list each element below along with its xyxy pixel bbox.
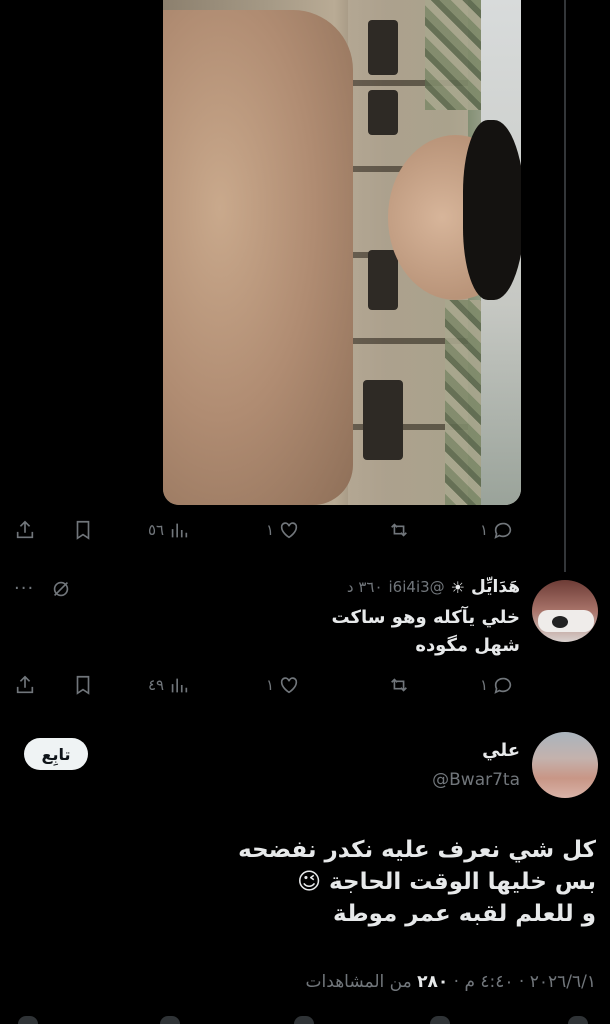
avatar[interactable]	[532, 580, 598, 642]
like-count: ١	[266, 521, 275, 539]
photo-person	[163, 10, 353, 505]
views-icon	[171, 523, 188, 538]
reply-author-name[interactable]: هَدَايِّل	[471, 577, 520, 597]
share-icon	[16, 520, 34, 539]
reply-text-line: خلي يآكله وهو ساكت	[331, 607, 520, 628]
reply-timestamp: ٣٦٠ د	[346, 578, 383, 596]
tweet-time: ٤:٤٠ م	[464, 972, 514, 992]
action-icon-peek	[18, 1016, 38, 1024]
reply-actions: ٤٩ ١ ١	[0, 670, 610, 700]
main-author-handle[interactable]: @Bwar7ta	[432, 770, 520, 790]
main-tweet-line: بس خليها الوقت الحاجة 😉	[297, 869, 596, 895]
bookmark-button[interactable]	[72, 515, 94, 545]
reply-count: ١	[480, 676, 489, 694]
views-button[interactable]: ٥٦	[148, 515, 190, 545]
separator: ·	[448, 972, 460, 992]
bookmark-button[interactable]	[72, 670, 94, 700]
reply-icon	[494, 677, 512, 694]
photo-hair	[463, 120, 521, 300]
views-count: ٤٩	[148, 676, 165, 694]
reply-button[interactable]: ١	[480, 670, 514, 700]
more-options-icon[interactable]: ···	[14, 578, 34, 599]
first-tweet-actions: ٥٦ ١ ١	[0, 515, 610, 545]
reply-icon	[494, 522, 512, 539]
grok-button[interactable]	[50, 578, 72, 600]
heart-icon	[280, 522, 298, 539]
share-button[interactable]	[14, 670, 36, 700]
share-button[interactable]	[14, 515, 36, 545]
action-icon-peek	[430, 1016, 450, 1024]
grok-icon	[53, 581, 69, 597]
tweet-photo[interactable]	[163, 0, 521, 505]
photo-blurred-region	[425, 0, 483, 110]
sun-icon: ☀	[450, 577, 465, 597]
retweet-button[interactable]	[388, 515, 410, 545]
views-icon	[171, 678, 188, 693]
action-icon-peek	[160, 1016, 180, 1024]
tweet-meta: ٢٠٢٦/٦/١ · ٤:٤٠ م · ٢٨٠ من المشاهدات	[306, 972, 596, 992]
photo-blurred-region	[445, 300, 485, 505]
views-total: ٢٨٠	[417, 972, 449, 992]
retweet-icon	[391, 523, 407, 537]
action-icon-peek	[294, 1016, 314, 1024]
like-button[interactable]: ١	[266, 515, 300, 545]
like-count: ١	[266, 676, 275, 694]
separator: ·	[513, 972, 525, 992]
reply-header: هَدَايِّل ☀ @i6i4i3 ٣٦٠ د	[347, 574, 520, 600]
reply-text-line: شهل مگوده	[415, 635, 520, 656]
heart-icon	[280, 677, 298, 694]
photo-wall-hole	[368, 90, 398, 135]
main-tweet-text: كل شي نعرف عليه نكدر نفضحه بس خليها الوق…	[16, 834, 596, 930]
views-label: من المشاهدات	[305, 972, 412, 992]
reply-count: ١	[480, 521, 489, 539]
like-button[interactable]: ١	[266, 670, 300, 700]
avatar[interactable]	[532, 732, 598, 798]
main-tweet-line: و للعلم لقبه عمر موطة	[333, 901, 596, 927]
photo-wall-hole	[368, 20, 398, 75]
retweet-icon	[391, 678, 407, 692]
main-author-name[interactable]: علي	[482, 740, 520, 761]
views-button[interactable]: ٤٩	[148, 670, 190, 700]
avatar-image-detail	[552, 616, 568, 628]
tweet-date: ٢٠٢٦/٦/١	[529, 972, 596, 992]
next-action-bar-peek	[0, 1016, 610, 1024]
action-icon-peek	[568, 1016, 588, 1024]
share-icon	[16, 675, 34, 694]
reply-button[interactable]: ١	[480, 515, 514, 545]
reply-author-handle[interactable]: @i6i4i3	[389, 578, 445, 596]
bookmark-icon	[76, 675, 90, 695]
retweet-button[interactable]	[388, 670, 410, 700]
bookmark-icon	[76, 520, 90, 540]
main-tweet-line: كل شي نعرف عليه نكدر نفضحه	[238, 837, 596, 863]
reply-text: خلي يآكله وهو ساكت شهل مگوده	[100, 604, 520, 660]
photo-wall-hole	[363, 380, 403, 460]
photo-wall-hole	[368, 250, 398, 310]
views-count: ٥٦	[148, 521, 165, 539]
thread-line	[564, 0, 566, 572]
follow-button[interactable]: تابِع	[24, 738, 88, 770]
